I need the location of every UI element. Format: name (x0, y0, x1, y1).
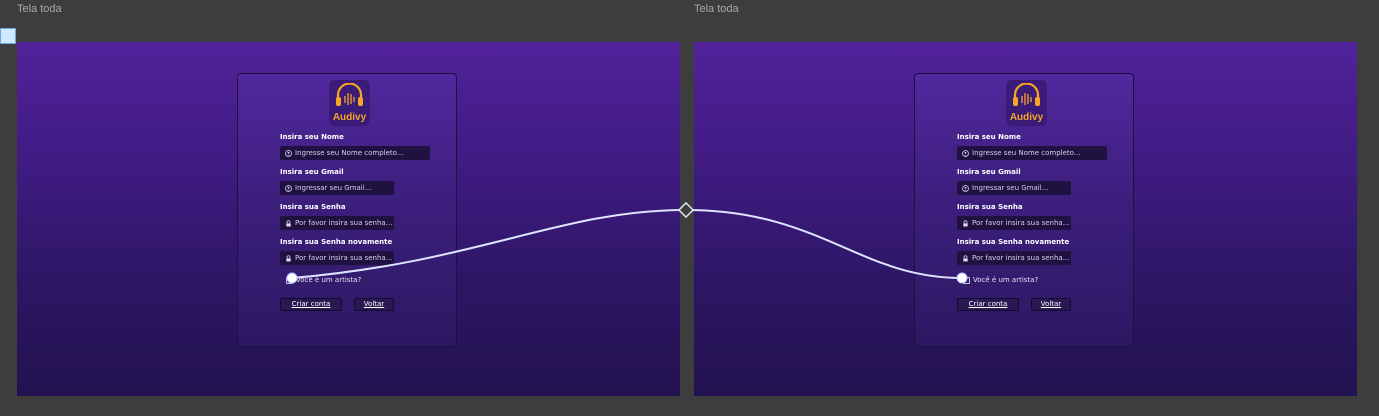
artist-checkbox-label: Você é um artista? (296, 276, 362, 284)
artist-checkbox[interactable] (286, 276, 293, 284)
lock-icon (286, 219, 291, 226)
name-label: Insira seu Nome (957, 133, 1021, 141)
name-placeholder: Ingresse seu Nome completo... (972, 149, 1081, 157)
lock-icon (963, 219, 968, 226)
password-confirm-input[interactable]: Por favor insira sua senha... (957, 251, 1071, 265)
artist-checkbox-row[interactable]: Você é um artista? (286, 276, 361, 284)
password-confirm-label: Insira sua Senha novamente (957, 238, 1070, 246)
frame-title[interactable]: Tela toda (17, 3, 62, 15)
lock-icon (963, 254, 968, 261)
signup-card: Audivy Insira seu Nome Ingresse seu Nome… (237, 73, 457, 347)
user-circle-icon (962, 184, 969, 192)
frame-title[interactable]: Tela toda (694, 3, 739, 15)
user-circle-icon (285, 184, 292, 192)
password-input[interactable]: Por favor insira sua senha... (957, 216, 1071, 230)
password-confirm-label: Insira sua Senha novamente (280, 238, 393, 246)
user-circle-icon (962, 149, 969, 157)
back-button[interactable]: Voltar (1031, 298, 1071, 311)
name-input[interactable]: Ingresse seu Nome completo... (957, 146, 1107, 160)
artist-checkbox-label: Você é um artista? (973, 276, 1039, 284)
frame-tela-toda-1[interactable]: Audivy Insira seu Nome Ingresse seu Nome… (17, 42, 680, 396)
password-confirm-placeholder: Por favor insira sua senha... (295, 254, 393, 262)
frame-tela-toda-2[interactable]: Audivy Insira seu Nome Ingresse seu Nome… (694, 42, 1357, 396)
gmail-placeholder: Ingressar seu Gmail... (295, 184, 372, 192)
password-label: Insira sua Senha (280, 203, 346, 211)
gmail-input[interactable]: Ingressar seu Gmail... (280, 181, 394, 195)
artist-checkbox-row[interactable]: Você é um artista? (963, 276, 1038, 284)
password-confirm-placeholder: Por favor insira sua senha... (972, 254, 1070, 262)
password-label: Insira sua Senha (957, 203, 1023, 211)
artist-checkbox[interactable] (963, 276, 970, 284)
audivy-logo: Audivy (329, 80, 370, 126)
headphones-icon (336, 83, 363, 106)
gmail-placeholder: Ingressar seu Gmail... (972, 184, 1049, 192)
create-account-button[interactable]: Criar conta (957, 298, 1019, 311)
lock-icon (286, 254, 291, 261)
gmail-label: Insira seu Gmail (280, 168, 344, 176)
headphones-icon (1013, 83, 1040, 106)
frame-preview-icon[interactable] (0, 28, 16, 44)
logo-text: Audivy (332, 112, 367, 123)
create-account-button[interactable]: Criar conta (280, 298, 342, 311)
user-circle-icon (285, 149, 292, 157)
password-placeholder: Por favor insira sua senha... (295, 219, 393, 227)
password-input[interactable]: Por favor insira sua senha... (280, 216, 394, 230)
logo-text: Audivy (1009, 112, 1044, 123)
name-label: Insira seu Nome (280, 133, 344, 141)
name-placeholder: Ingresse seu Nome completo... (295, 149, 404, 157)
gmail-label: Insira seu Gmail (957, 168, 1021, 176)
gmail-input[interactable]: Ingressar seu Gmail... (957, 181, 1071, 195)
connection-diamond-handle[interactable] (677, 201, 695, 219)
password-confirm-input[interactable]: Por favor insira sua senha... (280, 251, 394, 265)
password-placeholder: Por favor insira sua senha... (972, 219, 1070, 227)
signup-card: Audivy Insira seu Nome Ingresse seu Nome… (914, 73, 1134, 347)
audivy-logo: Audivy (1006, 80, 1047, 126)
back-button[interactable]: Voltar (354, 298, 394, 311)
name-input[interactable]: Ingresse seu Nome completo... (280, 146, 430, 160)
